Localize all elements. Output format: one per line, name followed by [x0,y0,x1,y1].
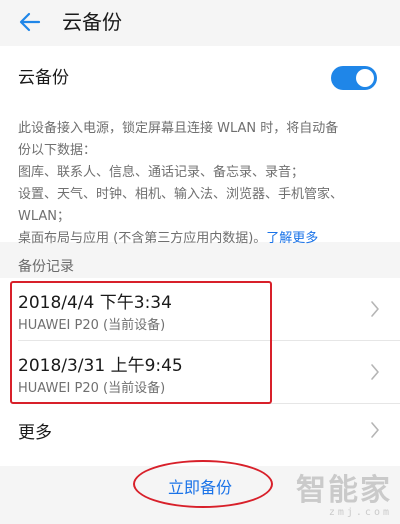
watermark-logo-text: 智能家 [296,473,392,508]
description-line: 桌面布局与应用 (不含第三方应用内数据)。了解更多 [18,228,386,250]
description-line: 此设备接入电源，锁定屏幕且连接 WLAN 时，将自动备 [18,121,339,136]
backup-record-device: HUAWEI P20 (当前设备) [18,381,166,396]
description-line: 份以下数据： [18,143,97,158]
cloud-backup-settings-card: 云备份 此设备接入电源，锁定屏幕且连接 WLAN 时，将自动备 份以下数据： 图… [0,46,400,246]
watermark-url: zmj.com [328,507,392,518]
description-line: WLAN； [18,209,71,224]
toggle-knob [356,69,374,87]
learn-more-link[interactable]: 了解更多 [266,231,318,246]
backup-description: 此设备接入电源，锁定屏幕且连接 WLAN 时，将自动备 份以下数据： 图库、联系… [18,118,386,250]
backup-record-item[interactable]: 2018/4/4 下午3:34 HUAWEI P20 (当前设备) [0,278,400,340]
backup-now-button[interactable]: 立即备份 [100,470,300,506]
chevron-right-icon [371,301,379,317]
page-title: 云备份 [62,10,122,34]
chevron-right-icon [371,422,379,438]
description-line: 设置、天气、时钟、相机、输入法、浏览器、手机管家、 [18,187,344,202]
back-button[interactable] [16,8,44,36]
backup-record-item[interactable]: 2018/3/31 上午9:45 HUAWEI P20 (当前设备) [0,341,400,403]
backup-record-device: HUAWEI P20 (当前设备) [18,318,166,333]
watermark: 智能家 zmj.com [296,473,392,519]
backup-record-datetime: 2018/4/4 下午3:34 [18,293,172,313]
more-records-item[interactable]: 更多 [0,404,400,456]
backup-record-datetime: 2018/3/31 上午9:45 [18,356,183,376]
description-last-text: 桌面布局与应用 (不含第三方应用内数据)。 [18,231,267,246]
backup-records-section-label: 备份记录 [18,259,74,275]
chevron-right-icon [371,364,379,380]
cloud-backup-toggle[interactable] [331,66,377,90]
cloud-backup-toggle-label: 云备份 [18,68,69,88]
more-records-label: 更多 [18,423,52,443]
back-arrow-icon [19,12,41,32]
top-bar: 云备份 [0,0,400,46]
backup-records-list: 2018/4/4 下午3:34 HUAWEI P20 (当前设备) 2018/3… [0,278,400,466]
description-line: 图库、联系人、信息、通话记录、备忘录、录音； [18,165,305,180]
